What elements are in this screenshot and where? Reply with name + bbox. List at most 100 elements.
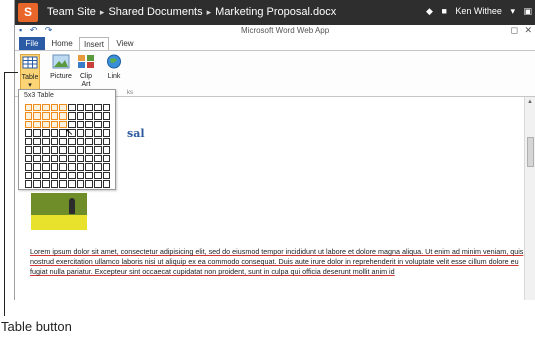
table-grid-cell[interactable] bbox=[41, 137, 50, 145]
table-grid-cell[interactable] bbox=[67, 146, 76, 154]
document-body-text[interactable]: Lorem ipsum dolor sit amet, consectetur … bbox=[30, 247, 524, 277]
table-grid-cell[interactable] bbox=[102, 163, 111, 171]
table-grid-cell[interactable] bbox=[59, 163, 67, 171]
table-grid-cell[interactable] bbox=[33, 129, 41, 137]
table-grid-cell[interactable] bbox=[59, 137, 67, 145]
link-button[interactable]: Link bbox=[103, 54, 125, 81]
breadcrumb-shared-documents[interactable]: Shared Documents bbox=[108, 6, 202, 18]
breadcrumb-team-site[interactable]: Team Site bbox=[47, 6, 96, 18]
clip-art-button[interactable]: Clip Art bbox=[75, 54, 97, 89]
table-grid-cell[interactable] bbox=[50, 146, 59, 154]
table-grid-cell[interactable] bbox=[76, 146, 85, 154]
table-grid-cell[interactable] bbox=[50, 154, 59, 162]
table-grid-cell[interactable] bbox=[76, 137, 85, 145]
table-grid-cell[interactable] bbox=[67, 163, 76, 171]
table-grid-cell[interactable] bbox=[59, 146, 67, 154]
table-grid-cell[interactable] bbox=[85, 154, 93, 162]
user-menu[interactable]: Ken Withee bbox=[455, 6, 502, 16]
table-grid-cell[interactable] bbox=[50, 120, 59, 128]
table-grid-cell[interactable] bbox=[24, 120, 33, 128]
table-grid-cell[interactable] bbox=[33, 171, 41, 179]
table-grid-cell[interactable] bbox=[50, 103, 59, 111]
table-grid-cell[interactable] bbox=[67, 112, 76, 120]
table-grid-cell[interactable] bbox=[33, 120, 41, 128]
table-grid-cell[interactable] bbox=[94, 146, 102, 154]
table-grid-cell[interactable] bbox=[102, 180, 111, 188]
tab-file[interactable]: File bbox=[19, 37, 45, 50]
table-grid-cell[interactable] bbox=[33, 180, 41, 188]
table-grid-cell[interactable] bbox=[41, 112, 50, 120]
table-grid-cell[interactable] bbox=[85, 137, 93, 145]
comment-icon[interactable]: ■ bbox=[441, 6, 446, 16]
table-grid-cell[interactable] bbox=[41, 180, 50, 188]
table-grid-cell[interactable] bbox=[85, 171, 93, 179]
table-grid-cell[interactable] bbox=[59, 171, 67, 179]
table-grid-cell[interactable] bbox=[33, 137, 41, 145]
table-grid-cell[interactable] bbox=[102, 112, 111, 120]
tab-view[interactable]: View bbox=[112, 37, 138, 50]
tab-home[interactable]: Home bbox=[48, 37, 76, 50]
picture-button[interactable]: Picture bbox=[50, 54, 72, 81]
table-grid-cell[interactable] bbox=[94, 180, 102, 188]
table-grid-cell[interactable] bbox=[67, 137, 76, 145]
table-grid-cell[interactable] bbox=[33, 103, 41, 111]
table-grid-cell[interactable] bbox=[76, 129, 85, 137]
help-icon[interactable]: ▣ bbox=[523, 6, 532, 16]
scroll-up-icon[interactable]: ▲ bbox=[527, 99, 533, 105]
table-grid-cell[interactable] bbox=[41, 103, 50, 111]
table-grid-cell[interactable] bbox=[33, 163, 41, 171]
table-grid-cell[interactable] bbox=[94, 120, 102, 128]
table-grid-cell[interactable] bbox=[50, 180, 59, 188]
table-grid-cell[interactable] bbox=[76, 180, 85, 188]
table-grid-cell[interactable] bbox=[41, 120, 50, 128]
table-grid-cell[interactable] bbox=[94, 171, 102, 179]
table-grid-cell[interactable] bbox=[67, 180, 76, 188]
table-grid-cell[interactable] bbox=[102, 137, 111, 145]
table-grid-cell[interactable] bbox=[102, 120, 111, 128]
table-grid-cell[interactable] bbox=[50, 112, 59, 120]
table-grid-cell[interactable] bbox=[24, 112, 33, 120]
table-grid-cell[interactable] bbox=[85, 129, 93, 137]
table-grid-cell[interactable] bbox=[94, 103, 102, 111]
table-grid-cell[interactable] bbox=[102, 129, 111, 137]
table-grid-cell[interactable] bbox=[59, 180, 67, 188]
table-grid-cell[interactable] bbox=[85, 180, 93, 188]
redo-icon[interactable]: ↷ bbox=[45, 25, 53, 35]
table-grid-cell[interactable] bbox=[85, 146, 93, 154]
table-grid-cell[interactable] bbox=[85, 163, 93, 171]
table-grid-cell[interactable] bbox=[94, 129, 102, 137]
table-grid-cell[interactable] bbox=[76, 103, 85, 111]
table-grid-cell[interactable] bbox=[94, 137, 102, 145]
table-grid-cell[interactable] bbox=[24, 154, 33, 162]
undo-icon[interactable]: ↶ bbox=[30, 25, 38, 35]
save-icon[interactable]: ▪ bbox=[19, 25, 22, 35]
scrollbar-thumb[interactable] bbox=[527, 137, 534, 167]
table-grid-cell[interactable] bbox=[50, 137, 59, 145]
tag-icon[interactable]: ◆ bbox=[426, 6, 433, 16]
table-grid-cell[interactable] bbox=[67, 103, 76, 111]
document-image[interactable] bbox=[31, 193, 87, 230]
close-icon[interactable]: ✕ bbox=[524, 25, 532, 35]
table-grid-cell[interactable] bbox=[102, 171, 111, 179]
table-grid-cell[interactable] bbox=[24, 137, 33, 145]
table-grid-cell[interactable] bbox=[50, 129, 59, 137]
table-grid-cell[interactable] bbox=[24, 146, 33, 154]
table-grid-cell[interactable] bbox=[76, 120, 85, 128]
table-grid-cell[interactable] bbox=[24, 163, 33, 171]
table-grid-cell[interactable] bbox=[67, 154, 76, 162]
table-grid-cell[interactable] bbox=[33, 154, 41, 162]
table-grid-cell[interactable] bbox=[85, 103, 93, 111]
table-grid-cell[interactable] bbox=[76, 171, 85, 179]
table-grid-cell[interactable] bbox=[102, 146, 111, 154]
table-grid-cell[interactable] bbox=[24, 180, 33, 188]
restore-icon[interactable]: ◻ bbox=[510, 25, 517, 35]
table-grid-cell[interactable] bbox=[59, 154, 67, 162]
table-grid-cell[interactable] bbox=[41, 146, 50, 154]
vertical-scrollbar[interactable]: ▲ bbox=[524, 97, 535, 300]
table-grid-cell[interactable] bbox=[76, 154, 85, 162]
table-grid-cell[interactable] bbox=[85, 112, 93, 120]
table-grid-cell[interactable] bbox=[102, 154, 111, 162]
table-grid-cell[interactable] bbox=[59, 112, 67, 120]
table-grid-cell[interactable] bbox=[24, 129, 33, 137]
table-grid-cell[interactable] bbox=[94, 112, 102, 120]
